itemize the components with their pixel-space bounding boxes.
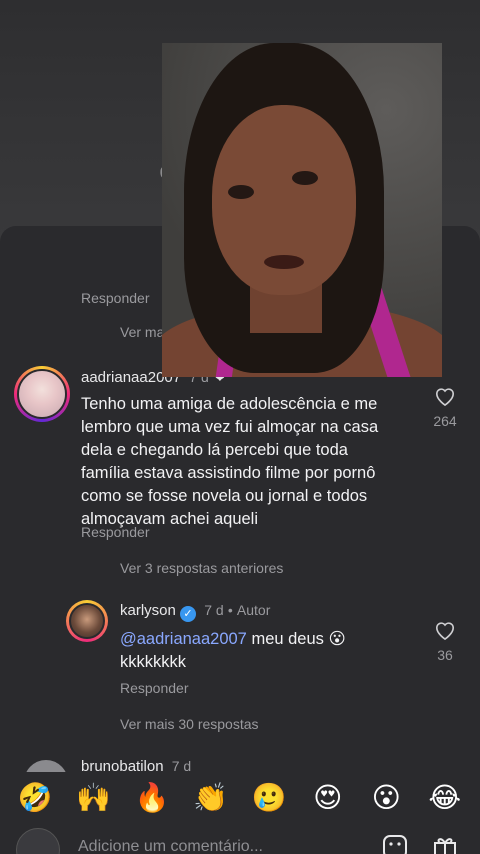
comment-composer: Adicione um comentário... bbox=[0, 824, 480, 854]
reply-button-top[interactable]: Responder bbox=[81, 290, 150, 306]
verified-badge-icon: ✓ bbox=[180, 606, 197, 622]
heart-icon[interactable] bbox=[434, 620, 456, 641]
floating-video[interactable] bbox=[162, 43, 442, 377]
avatar-image bbox=[17, 369, 67, 419]
emoji-tear-smile[interactable]: 🥲 bbox=[249, 781, 289, 814]
emoji-heart-eyes[interactable]: 😍 bbox=[308, 781, 348, 814]
my-avatar bbox=[16, 828, 60, 854]
emoji-rofl[interactable]: 🤣 bbox=[15, 781, 55, 814]
author-badge: Autor bbox=[236, 602, 271, 618]
reply-avatar[interactable] bbox=[66, 600, 108, 642]
reply-username[interactable]: karlyson ✓ 7 d • Autor bbox=[120, 602, 270, 622]
view-more-replies[interactable]: Ver mais 30 respostas bbox=[120, 716, 259, 732]
view-previous-replies[interactable]: Ver 3 respostas anteriores bbox=[120, 560, 283, 576]
emoji-joy[interactable]: 😂 bbox=[425, 781, 465, 814]
mention-link[interactable]: @aadrianaa2007 bbox=[120, 630, 247, 648]
comment-text: Tenho uma amiga de adolescência e me lem… bbox=[81, 395, 379, 528]
emoji-raised-hands[interactable]: 🙌 bbox=[74, 781, 114, 814]
comment-input[interactable]: Adicione um comentário... bbox=[78, 838, 263, 854]
reply-like-count: 36 bbox=[437, 647, 453, 663]
heart-icon[interactable] bbox=[434, 386, 456, 407]
reply-avatar-image bbox=[69, 603, 105, 639]
sticker-icon[interactable] bbox=[382, 834, 410, 854]
emoji-quick-bar: 🤣 🙌 🔥 👏 🥲 😍 😮 😂 bbox=[0, 772, 480, 822]
gift-icon[interactable] bbox=[432, 834, 460, 854]
emoji-open-mouth[interactable]: 😮 bbox=[366, 781, 406, 814]
emoji-fire[interactable]: 🔥 bbox=[132, 781, 172, 814]
reply-like-button[interactable]: 36 bbox=[425, 620, 465, 663]
like-button[interactable]: 264 bbox=[425, 386, 465, 429]
reply-button[interactable]: Responder bbox=[81, 524, 150, 540]
like-count: 264 bbox=[433, 413, 457, 429]
reply-button-2[interactable]: Responder bbox=[120, 680, 189, 696]
emoji-clap[interactable]: 👏 bbox=[191, 781, 231, 814]
reply-text: @aadrianaa2007 meu deus 😮 kkkkkkkk bbox=[120, 630, 346, 671]
avatar[interactable] bbox=[14, 366, 70, 422]
